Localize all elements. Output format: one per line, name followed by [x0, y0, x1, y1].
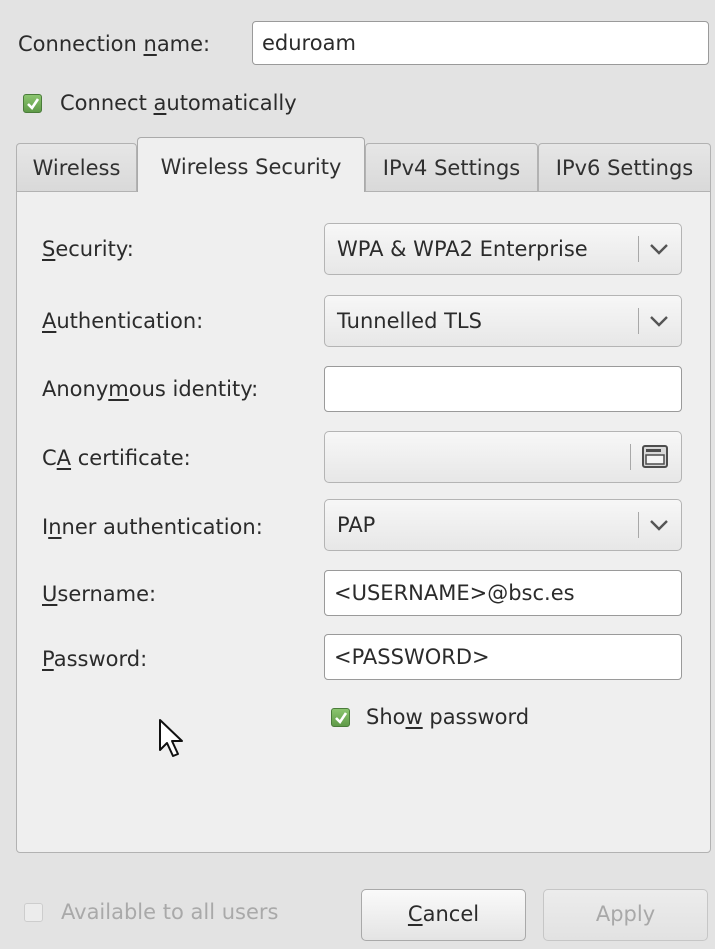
- checkmark-icon: [27, 98, 40, 111]
- connection-name-label: Connection name:: [18, 32, 211, 56]
- available-to-all-users-label[interactable]: Available to all users: [61, 900, 278, 924]
- tab-wireless[interactable]: Wireless: [16, 143, 137, 191]
- security-select[interactable]: WPA & WPA2 Enterprise: [324, 223, 682, 275]
- available-to-all-users-checkbox[interactable]: [24, 903, 43, 922]
- tab-ipv4-settings[interactable]: IPv4 Settings: [365, 143, 538, 191]
- authentication-select[interactable]: Tunnelled TLS: [324, 295, 682, 347]
- tab-wireless-security[interactable]: Wireless Security: [137, 137, 365, 192]
- cancel-button[interactable]: Cancel: [361, 889, 526, 941]
- username-label: Username:: [42, 582, 157, 606]
- ca-certificate-chooser[interactable]: [324, 431, 682, 483]
- password-label: Password:: [42, 647, 148, 671]
- security-label: Security:: [42, 237, 134, 261]
- username-input[interactable]: <USERNAME>@bsc.es: [324, 570, 682, 616]
- file-browse-icon: [642, 445, 668, 468]
- connect-automatically-label[interactable]: Connect automatically: [60, 91, 297, 115]
- mouse-pointer-icon: [159, 719, 183, 757]
- anonymous-identity-label: Anonymous identity:: [42, 377, 259, 401]
- connect-automatically-checkbox[interactable]: [23, 94, 42, 113]
- chevron-down-icon: [650, 316, 668, 327]
- inner-authentication-label: Inner authentication:: [42, 515, 263, 539]
- apply-button[interactable]: Apply: [543, 889, 708, 941]
- show-password-label[interactable]: Show password: [366, 705, 529, 729]
- chevron-down-icon: [650, 520, 668, 531]
- show-password-checkbox[interactable]: [331, 708, 350, 727]
- chevron-down-icon: [650, 244, 668, 255]
- checkmark-icon: [335, 712, 348, 725]
- inner-authentication-select[interactable]: PAP: [324, 499, 682, 551]
- anonymous-identity-input[interactable]: [324, 366, 682, 412]
- connection-name-input[interactable]: eduroam: [252, 21, 709, 65]
- tab-ipv6-settings[interactable]: IPv6 Settings: [538, 143, 711, 191]
- password-input[interactable]: <PASSWORD>: [324, 634, 682, 680]
- ca-certificate-label: CA certificate:: [42, 446, 191, 470]
- authentication-label: Authentication:: [42, 309, 204, 333]
